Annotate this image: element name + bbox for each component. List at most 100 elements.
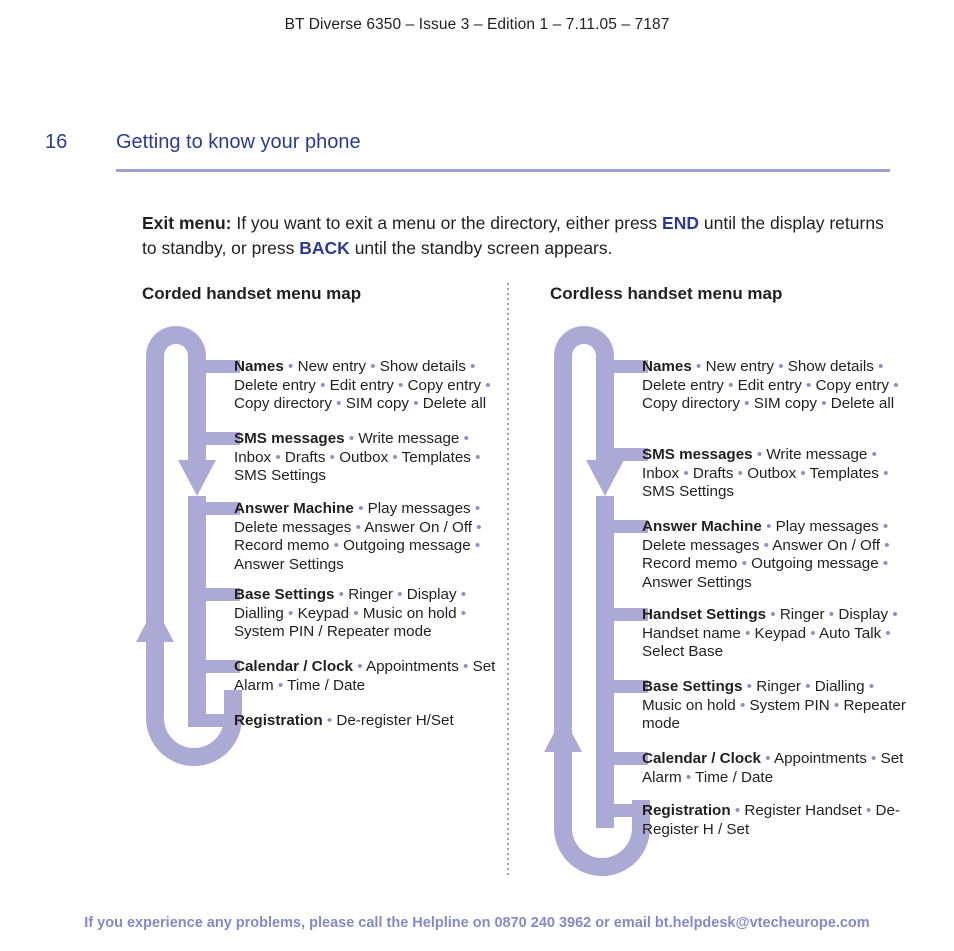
bullet-icon: • (326, 712, 333, 729)
menu-entry: Registration • De-register H/Set (234, 712, 506, 731)
menu-entry-name: Base Settings (234, 586, 339, 603)
bullet-icon: • (470, 358, 476, 375)
menu-entry: SMS messages • Write message • Inbox • D… (234, 430, 506, 486)
cordless-menu-map: Names • New entry • Show details • Delet… (544, 320, 910, 880)
menu-entry-name: SMS messages (234, 430, 349, 447)
menu-entry-items: • De-register H/Set (326, 712, 454, 729)
bullet-icon: • (882, 555, 889, 573)
menu-entry: Registration • Register Handset • De-Reg… (642, 802, 914, 839)
menu-entry-name: Base Settings (642, 678, 747, 695)
bullet-icon: • (275, 448, 281, 466)
bullet-icon: • (893, 376, 899, 394)
menu-entry-name: Registration (642, 802, 735, 819)
heading-rule (116, 169, 890, 172)
bullet-icon: • (884, 536, 890, 554)
bullet-icon: • (868, 678, 875, 695)
key-end: END (662, 212, 699, 233)
bullet-icon: • (765, 750, 771, 767)
exit-menu-text-3: until the standby screen appears. (349, 238, 613, 258)
menu-entry: Base Settings • Ringer • Dialling • Musi… (642, 678, 914, 734)
bullet-icon: • (683, 464, 689, 482)
bullet-icon: • (770, 606, 776, 623)
menu-entry: Names • New entry • Show details • Delet… (234, 358, 506, 414)
bullet-icon: • (358, 500, 364, 517)
bullet-icon: • (320, 376, 326, 394)
corded-menu-map-title: Corded handset menu map (142, 284, 362, 303)
bullet-icon: • (397, 586, 403, 603)
bullet-icon: • (756, 446, 763, 463)
menu-entry-name: Answer Machine (234, 500, 359, 517)
bullet-icon: • (746, 678, 752, 695)
bullet-icon: • (805, 678, 811, 695)
menu-entry: Calendar / Clock • Appointments • Set Al… (234, 658, 506, 695)
bullet-icon: • (474, 537, 481, 555)
bullet-icon: • (833, 696, 840, 714)
footer-email[interactable]: bt.helpdesk@vtecheurope.com (655, 915, 870, 931)
menu-entry-name: Answer Machine (642, 518, 767, 535)
bullet-icon: • (737, 464, 743, 482)
menu-entry-name: Handset Settings (642, 606, 771, 623)
bullet-icon: • (398, 376, 404, 394)
exit-menu-paragraph: Exit menu: If you want to exit a menu or… (142, 211, 894, 262)
menu-entry: SMS messages • Write message • Inbox • D… (642, 446, 914, 502)
bullet-icon: • (821, 395, 827, 413)
bullet-icon: • (329, 448, 335, 466)
bullet-icon: • (357, 658, 363, 675)
running-head: BT Diverse 6350 – Issue 3 – Edition 1 – … (284, 16, 670, 33)
menu-entry-name: Calendar / Clock (234, 658, 358, 675)
cordless-menu-map-title: Cordless handset menu map (550, 284, 783, 303)
bullet-icon: • (883, 464, 889, 482)
bullet-icon: • (865, 802, 872, 819)
bullet-icon: • (336, 395, 342, 413)
bullet-icon: • (460, 604, 467, 622)
bullet-icon: • (392, 448, 398, 466)
bullet-icon: • (806, 376, 812, 394)
menu-entry: Names • New entry • Show details • Delet… (642, 358, 914, 414)
bullet-icon: • (871, 750, 877, 767)
bullet-icon: • (355, 518, 361, 536)
menu-entry-name: Names (642, 358, 697, 375)
exit-menu-text-1: If you want to exit a menu or the direct… (231, 212, 663, 233)
column-divider (507, 283, 509, 878)
bullet-icon: • (739, 696, 746, 714)
menu-entry: Answer Machine • Play messages • Delete … (234, 500, 506, 575)
bullet-icon: • (277, 676, 284, 694)
menu-entry: Answer Machine • Play messages • Delete … (642, 518, 914, 593)
bullet-icon: • (353, 604, 359, 622)
bullet-icon: • (288, 604, 294, 622)
bullet-icon: • (885, 624, 891, 642)
chapter-title: Getting to know your phone (116, 131, 361, 153)
footer-text-1: If you experience any problems, please c… (84, 915, 495, 931)
bullet-icon: • (778, 358, 784, 375)
bullet-icon: • (348, 430, 355, 447)
bullet-icon: • (696, 358, 702, 375)
bullet-icon: • (728, 376, 734, 394)
bullet-icon: • (485, 376, 491, 394)
bullet-icon: • (474, 500, 481, 517)
bullet-icon: • (763, 536, 769, 554)
menu-entry: Handset Settings • Ringer • Display • Ha… (642, 606, 914, 662)
menu-entry-name: Registration (234, 712, 327, 729)
menu-entry-name: Names (234, 358, 289, 375)
bullet-icon: • (463, 430, 469, 447)
exit-menu-lead: Exit menu: (142, 212, 232, 233)
footer-phone: 0870 240 3962 (494, 915, 592, 931)
bullet-icon: • (828, 606, 835, 623)
bullet-icon: • (741, 555, 747, 573)
key-back: BACK (299, 238, 350, 258)
menu-entry: Base Settings • Ringer • Display • Diall… (234, 586, 506, 642)
bullet-icon: • (800, 464, 806, 482)
bullet-icon: • (476, 518, 482, 536)
page-number: 16 (45, 131, 68, 153)
footer-text-2: or email (591, 915, 655, 931)
bullet-icon: • (338, 586, 344, 603)
menu-entry-name: SMS messages (642, 446, 757, 463)
bullet-icon: • (685, 768, 692, 786)
menu-entry-name: Calendar / Clock (642, 750, 766, 767)
corded-menu-map: Names • New entry • Show details • Delet… (136, 320, 502, 770)
bullet-icon: • (810, 624, 816, 642)
bullet-icon: • (333, 537, 339, 555)
bullet-icon: • (878, 358, 884, 375)
bullet-icon: • (766, 518, 772, 535)
bullet-icon: • (882, 518, 889, 535)
